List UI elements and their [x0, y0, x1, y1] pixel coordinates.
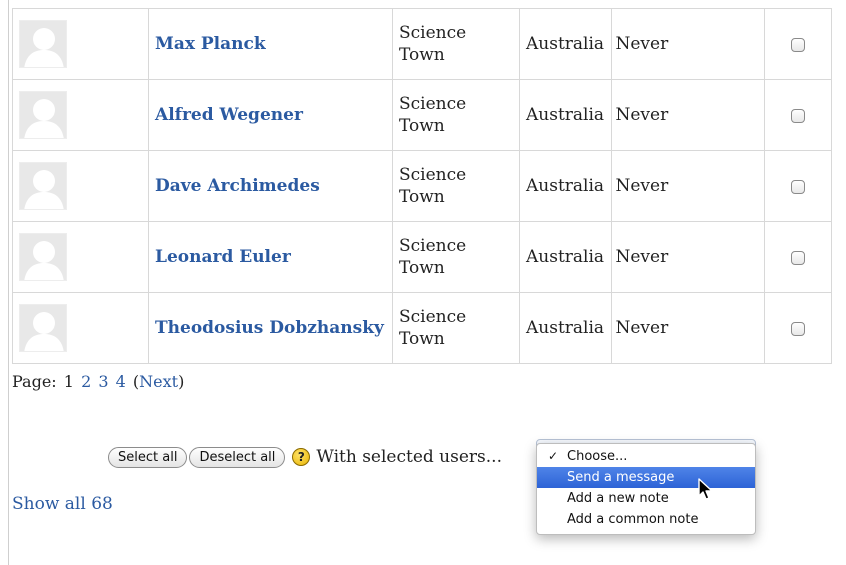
country-cell: Australia Never	[519, 292, 668, 364]
participants-table: Max Planck Science Town Australia Never …	[12, 8, 832, 364]
default-user-avatar-icon[interactable]	[19, 162, 67, 210]
option-choose[interactable]: ✓ Choose...	[537, 446, 755, 467]
select-user-checkbox[interactable]	[791, 179, 805, 194]
last-access-value: Never	[615, 176, 669, 196]
user-profile-link[interactable]: Max Planck	[155, 34, 266, 54]
select-user-checkbox[interactable]	[791, 250, 805, 265]
page-link-2[interactable]: 2	[81, 372, 91, 391]
next-page-link[interactable]: Next	[139, 372, 178, 391]
page-left-border	[8, 0, 9, 565]
select-cell	[764, 150, 832, 222]
user-profile-link[interactable]: Dave Archimedes	[155, 176, 320, 196]
option-label: Add a common note	[567, 512, 699, 527]
city-cell: Science Town	[392, 150, 520, 222]
user-profile-link[interactable]: Theodosius Dobzhansky	[155, 318, 384, 338]
option-add-a-new-note[interactable]: Add a new note	[537, 488, 755, 509]
user-name-cell: Alfred Wegener	[148, 79, 393, 151]
table-row: Alfred Wegener Science Town Australia Ne…	[12, 79, 832, 151]
option-label: Choose...	[567, 449, 628, 464]
select-cell	[764, 79, 832, 151]
select-cell	[764, 292, 832, 364]
default-user-avatar-icon[interactable]	[19, 233, 67, 281]
show-all-link[interactable]: Show all 68	[12, 494, 113, 514]
select-cell	[764, 8, 832, 80]
user-picture-cell	[12, 8, 149, 80]
user-picture-cell	[12, 79, 149, 151]
country-value: Australia	[526, 34, 605, 54]
select-user-checkbox[interactable]	[791, 108, 805, 123]
page-link-3[interactable]: 3	[98, 372, 108, 391]
table-row: Dave Archimedes Science Town Australia N…	[12, 150, 832, 222]
city-cell: Science Town	[392, 221, 520, 293]
last-access-value: Never	[615, 247, 669, 267]
last-access-value: Never	[615, 105, 669, 125]
table-row: Leonard Euler Science Town Australia Nev…	[12, 221, 832, 293]
select-cell	[764, 221, 832, 293]
country-cell: Australia Never	[519, 221, 668, 293]
country-value: Australia	[526, 105, 605, 125]
city-cell: Science Town	[392, 8, 520, 80]
country-cell: Australia Never	[519, 8, 668, 80]
with-selected-dropdown-menu: ✓ Choose... Send a message Add a new not…	[536, 443, 756, 535]
mouse-pointer-icon	[698, 478, 713, 500]
default-user-avatar-icon[interactable]	[19, 91, 67, 139]
default-user-avatar-icon[interactable]	[19, 20, 67, 68]
user-profile-link[interactable]: Alfred Wegener	[155, 105, 303, 125]
option-send-a-message[interactable]: Send a message	[537, 467, 755, 488]
city-cell: Science Town	[392, 79, 520, 151]
table-row: Theodosius Dobzhansky Science Town Austr…	[12, 292, 832, 364]
default-user-avatar-icon[interactable]	[19, 304, 67, 352]
pagination: Page: 1 2 3 4 (Next)	[12, 372, 184, 392]
option-label: Add a new note	[567, 491, 669, 506]
country-value: Australia	[526, 176, 605, 196]
user-picture-cell	[12, 150, 149, 222]
check-icon: ✓	[548, 449, 559, 463]
help-icon[interactable]: ?	[292, 448, 311, 466]
user-name-cell: Leonard Euler	[148, 221, 393, 293]
pagination-label: Page:	[12, 372, 57, 391]
user-profile-link[interactable]: Leonard Euler	[155, 247, 291, 267]
country-value: Australia	[526, 247, 605, 267]
city-cell: Science Town	[392, 292, 520, 364]
country-cell: Australia Never	[519, 150, 668, 222]
country-value: Australia	[526, 318, 605, 338]
with-selected-users-label: With selected users...	[316, 447, 502, 467]
select-all-button[interactable]: Select all	[108, 446, 188, 468]
option-add-a-common-note[interactable]: Add a common note	[537, 509, 755, 530]
option-label: Send a message	[567, 470, 675, 485]
current-page: 1	[63, 372, 74, 391]
last-access-value: Never	[615, 318, 669, 338]
last-access-value: Never	[615, 34, 669, 54]
country-cell: Australia Never	[519, 79, 668, 151]
user-picture-cell	[12, 292, 149, 364]
select-user-checkbox[interactable]	[791, 321, 805, 336]
deselect-all-button[interactable]: Deselect all	[189, 446, 286, 468]
user-name-cell: Dave Archimedes	[148, 150, 393, 222]
bulk-actions-bar: Select all Deselect all ? With selected …	[108, 445, 502, 469]
user-name-cell: Max Planck	[148, 8, 393, 80]
user-name-cell: Theodosius Dobzhansky	[148, 292, 393, 364]
next-close-paren: )	[178, 372, 185, 391]
user-picture-cell	[12, 221, 149, 293]
table-row: Max Planck Science Town Australia Never	[12, 8, 832, 80]
page-link-4[interactable]: 4	[116, 372, 126, 391]
select-user-checkbox[interactable]	[791, 37, 805, 52]
